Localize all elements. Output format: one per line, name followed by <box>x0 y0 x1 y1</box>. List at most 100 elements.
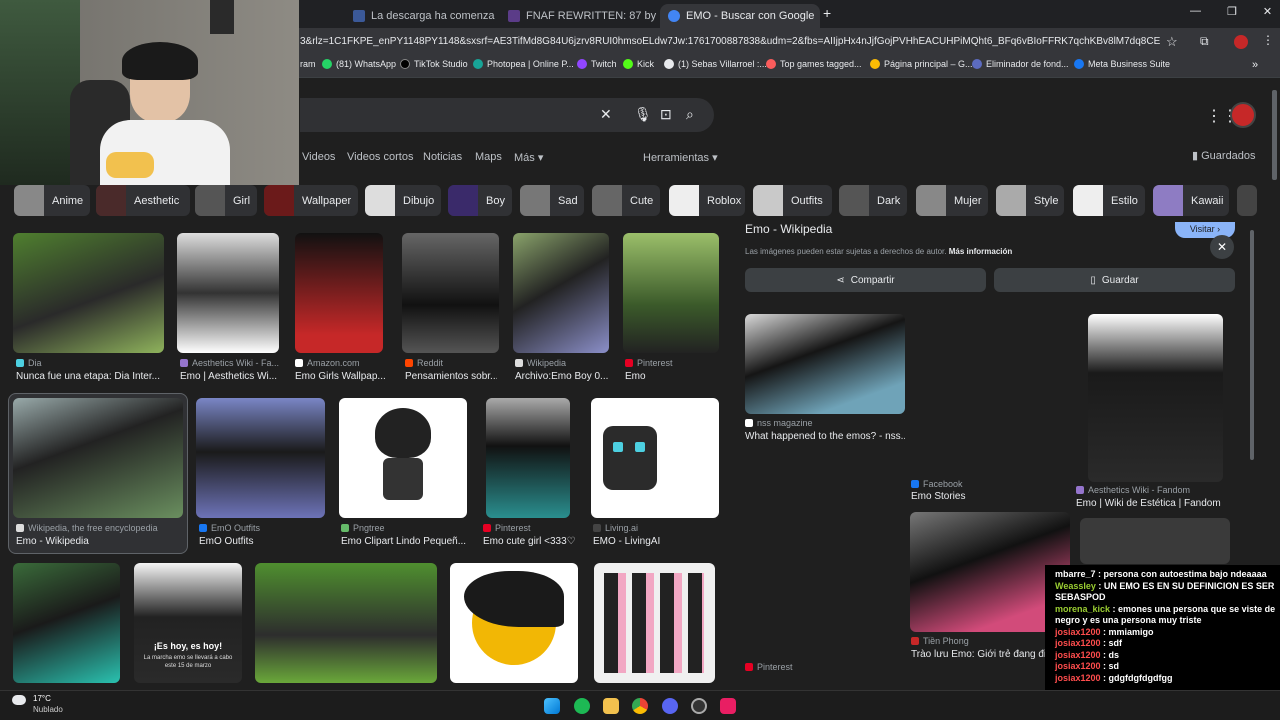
more-bookmarks-icon[interactable]: » <box>1252 59 1258 71</box>
maximize-icon[interactable]: ❐ <box>1227 5 1237 18</box>
chip-estilo[interactable]: Estilo <box>1073 185 1145 216</box>
result-image[interactable] <box>339 398 467 518</box>
lens-icon[interactable]: ⊡ <box>660 106 672 123</box>
extensions-icon[interactable]: ⧉ <box>1200 34 1209 49</box>
page-scrollbar[interactable] <box>1272 90 1277 180</box>
result-image[interactable] <box>623 233 719 353</box>
more-info-link[interactable]: Más información <box>949 247 1013 256</box>
related-image[interactable] <box>745 314 905 414</box>
result-caption[interactable]: EMO - LivingAI <box>593 536 719 547</box>
address-bar[interactable]: 3&rlz=1C1FKPE_enPY1148PY1148&sxsrf=AE3Ti… <box>300 32 1160 52</box>
result-caption[interactable]: Emo - Wikipedia <box>16 536 184 547</box>
weather-desc[interactable]: Nublado <box>33 705 63 714</box>
new-tab-button[interactable]: + <box>823 5 831 21</box>
tab-videos[interactable]: Videos <box>302 151 335 163</box>
related-caption[interactable]: What happened to the emos? - nss... <box>745 431 905 442</box>
tools-button[interactable]: Herramientas ▾ <box>643 151 718 164</box>
result-image[interactable] <box>402 233 499 353</box>
bookmark-item[interactable]: Página principal – G... <box>870 59 973 69</box>
result-image[interactable] <box>591 398 719 518</box>
share-button[interactable]: ⋖ Compartir <box>745 268 986 292</box>
search-icon[interactable]: ⌕ <box>686 106 694 123</box>
related-image[interactable] <box>745 452 905 658</box>
result-caption[interactable]: Pensamientos sobr... <box>405 371 497 382</box>
search-input[interactable]: ✕ 🎙 ⊡ ⌕ <box>300 98 714 132</box>
result-caption[interactable]: Emo Girls Wallpap... <box>295 371 389 382</box>
obs-icon[interactable] <box>691 698 707 714</box>
windows-start-icon[interactable] <box>544 698 560 714</box>
chip-sad[interactable]: Sad <box>520 185 584 216</box>
tab-short-videos[interactable]: Videos cortos <box>347 151 413 163</box>
save-button[interactable]: ▯ Guardar <box>994 268 1235 292</box>
result-image[interactable] <box>255 563 437 683</box>
close-panel-button[interactable]: ✕ <box>1210 235 1234 259</box>
file-explorer-icon[interactable] <box>603 698 619 714</box>
result-image[interactable] <box>13 233 164 353</box>
mic-icon[interactable]: 🎙 <box>634 106 652 123</box>
panel-title[interactable]: Emo - Wikipedia <box>745 222 832 236</box>
bookmark-item[interactable]: TikTok Studio <box>400 59 468 69</box>
chip-outfits[interactable]: Outfits <box>753 185 832 216</box>
tab-news[interactable]: Noticias <box>423 151 462 163</box>
chrome-icon[interactable] <box>632 698 648 714</box>
spotify-icon[interactable] <box>574 698 590 714</box>
result-caption[interactable]: Emo cute girl <333♡ <box>483 536 583 547</box>
bookmark-item[interactable]: Kick <box>623 59 654 69</box>
chip-wallpaper[interactable]: Wallpaper <box>264 185 358 216</box>
chip-dark[interactable]: Dark <box>839 185 907 216</box>
chip-girl[interactable]: Girl <box>195 185 257 216</box>
related-caption[interactable]: Emo Stories <box>911 491 1071 502</box>
result-caption[interactable]: Nunca fue una etapa: Dia Inter... <box>16 371 166 382</box>
result-caption[interactable]: EmO Outfits <box>199 536 327 547</box>
saved-button[interactable]: ▮ Guardados <box>1192 149 1256 162</box>
profile-avatar[interactable] <box>1234 35 1248 49</box>
minimize-icon[interactable]: — <box>1190 5 1201 18</box>
related-image[interactable] <box>910 314 1070 474</box>
capcut-icon[interactable] <box>720 698 736 714</box>
chip-dibujo[interactable]: Dibujo <box>365 185 441 216</box>
chip-kawaii[interactable]: Kawaii <box>1153 185 1229 216</box>
result-image[interactable] <box>594 563 715 683</box>
bookmark-item[interactable]: (1) Sebas Villarroel :... <box>664 59 767 69</box>
result-image[interactable] <box>295 233 383 353</box>
result-image[interactable] <box>13 398 183 518</box>
result-image[interactable]: ¡Es hoy, es hoy! La marcha emo se llevar… <box>134 563 242 683</box>
clear-icon[interactable]: ✕ <box>600 106 612 123</box>
chip-aesthetic[interactable]: Aesthetic <box>96 185 190 216</box>
chip-anime[interactable]: Anime <box>14 185 90 216</box>
weather-temp[interactable]: 17°C <box>33 694 51 703</box>
related-image[interactable] <box>1080 518 1230 564</box>
bookmark-item[interactable]: Photopea | Online P... <box>473 59 574 69</box>
result-image[interactable] <box>13 563 120 683</box>
account-avatar[interactable] <box>1230 102 1256 128</box>
bookmark-item[interactable]: (81) WhatsApp <box>322 59 396 69</box>
chip-more[interactable] <box>1237 185 1257 216</box>
result-caption[interactable]: Emo | Aesthetics Wi... <box>180 371 280 382</box>
bookmark-item[interactable]: Meta Business Suite <box>1074 59 1170 69</box>
related-image[interactable] <box>1088 314 1223 482</box>
chip-cute[interactable]: Cute <box>592 185 660 216</box>
star-icon[interactable]: ☆ <box>1166 34 1178 50</box>
result-caption[interactable]: Emo Clipart Lindo Pequeñ... <box>341 536 469 547</box>
bookmark-item[interactable]: ram <box>300 59 316 69</box>
result-image[interactable] <box>450 563 578 683</box>
chip-roblox[interactable]: Roblox <box>669 185 745 216</box>
tab-fnaf[interactable]: FNAF REWRITTEN: 87 by Dot-e ✕ <box>500 4 660 28</box>
menu-icon[interactable]: ⋮ <box>1262 33 1274 47</box>
bookmark-item[interactable]: Top games tagged... <box>766 59 862 69</box>
result-image[interactable] <box>513 233 609 353</box>
chip-boy[interactable]: Boy <box>448 185 512 216</box>
bookmark-item[interactable]: Twitch <box>577 59 617 69</box>
result-image[interactable] <box>486 398 570 518</box>
result-caption[interactable]: Archivo:Emo Boy 0... <box>515 371 609 382</box>
tab-maps[interactable]: Maps <box>475 151 502 163</box>
related-caption[interactable]: Emo | Wiki de Estética | Fandom <box>1076 498 1236 509</box>
result-caption[interactable]: Emo <box>625 371 719 382</box>
chip-style[interactable]: Style <box>996 185 1064 216</box>
discord-icon[interactable] <box>662 698 678 714</box>
close-window-icon[interactable]: ✕ <box>1263 5 1272 18</box>
chip-mujer[interactable]: Mujer <box>916 185 988 216</box>
related-caption[interactable]: Trào lưu Emo: Giới trẻ đang đi m... <box>911 649 1046 660</box>
tab-more[interactable]: Más ▾ <box>514 151 543 164</box>
panel-scrollbar[interactable] <box>1250 230 1254 460</box>
